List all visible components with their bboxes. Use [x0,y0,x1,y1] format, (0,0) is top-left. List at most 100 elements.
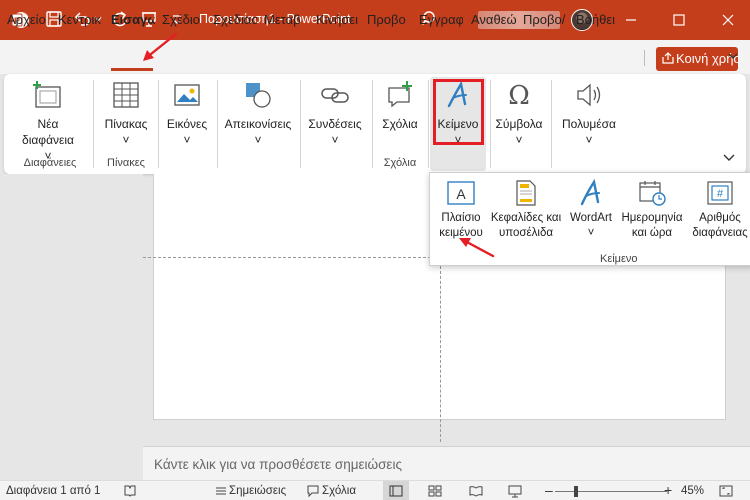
symbols-label: Σύμβολα [495,117,543,131]
speaker-icon [577,83,601,107]
shapes-icon [246,83,271,108]
tab-insert[interactable]: Εισαγω [111,12,155,27]
group-label-tables: Πίνακες [107,157,145,169]
illustrations-button[interactable]: Απεικονίσεις ˅ [222,80,294,148]
group-label-slides: Διαφάνειες [23,157,77,169]
link-icon [321,88,349,103]
slide-number-button[interactable]: # Αριθμός διαφάνειας [688,179,750,241]
share-button[interactable]: Κοινή χρήση [656,47,738,71]
media-label: Πολυμέσα [562,117,616,131]
zoom-level[interactable]: 45% [681,485,704,497]
comment-button[interactable]: Σχόλια [375,80,425,132]
notes-placeholder: Κάντε κλικ για να προσθέσετε σημειώσεις [154,457,402,472]
active-tab-indicator [111,68,153,71]
tab-help[interactable]: Βοήθει [576,12,620,27]
guide-line-horizontal [143,257,431,258]
date-time-button[interactable]: Ημερομηνία και ώρα [617,179,687,241]
wordart-label: WordArt [570,212,612,224]
wordart-dropdown-icon: ˅ [587,227,595,239]
zoom-slider-track[interactable] [555,491,667,492]
slide-count: Διαφάνεια 1 από 1 [6,485,101,497]
wordart-button[interactable]: WordArt ˅ [566,179,616,241]
slideshow-icon[interactable] [508,484,522,498]
share-icon [662,52,674,64]
group-divider [551,80,552,168]
group-divider [428,80,429,168]
highlight-box [433,79,484,145]
group-divider [217,80,218,168]
annotation-arrow-icon [143,32,178,61]
table-dropdown-icon: ˅ [122,133,130,147]
guide-line-vertical [440,266,441,442]
links-button[interactable]: Συνδέσεις ˅ [303,80,367,148]
maximize-icon[interactable] [669,10,689,30]
wordart-icon [580,179,600,206]
notes-icon [216,487,226,495]
new-slide-icon [33,81,61,108]
images-button[interactable]: Εικόνες ˅ [162,80,212,148]
tab-home[interactable]: Κεντρικ [58,12,103,27]
media-dropdown-icon: ˅ [585,133,593,147]
symbols-button[interactable]: Ω Σύμβολα ˅ [492,80,546,148]
table-icon [113,82,139,108]
group-divider [93,80,94,168]
normal-view-icon[interactable] [389,484,403,498]
tab-slideshow[interactable]: Προβο [367,12,411,27]
tab-draw[interactable]: Σχέδιο [162,12,204,27]
thumbnail-pane [0,174,143,480]
header-footer-label-2: υποσέλιδα [498,227,554,239]
comments-icon [307,485,319,498]
comments-toggle[interactable]: Σχόλια [322,485,356,497]
tab-file[interactable]: Αρχείο [7,12,54,27]
notes-pane[interactable]: Κάντε κλικ για να προσθέσετε σημειώσεις [143,446,750,480]
zoom-out-button[interactable]: – [545,482,553,498]
images-dropdown-icon: ˅ [183,133,191,147]
minimize-icon[interactable] [621,10,641,30]
group-divider [300,80,301,168]
tab-review[interactable]: Αναθεώ [471,12,516,27]
symbols-dropdown-icon: ˅ [515,133,523,147]
annotation-arrow-icon [459,238,495,258]
group-divider [158,80,159,168]
header-footer-button[interactable]: Κεφαλίδες και υποσέλιδα [489,179,563,241]
status-bar: Διαφάνεια 1 από 1 Σημειώσεις Σχόλια – + … [0,480,750,500]
links-dropdown-icon: ˅ [331,133,339,147]
textbox-button[interactable]: A Πλαίσιο κειμένου [434,179,488,241]
tab-animations[interactable]: Κινήσει [316,12,360,27]
fit-to-window-icon[interactable] [719,484,733,498]
table-button[interactable]: Πίνακας ˅ [98,80,154,148]
close-icon[interactable] [718,10,738,30]
group-divider [490,80,491,168]
date-time-label-1: Ημερομηνία [621,212,683,224]
tab-view[interactable]: Προβο/ [523,12,569,27]
calendar-clock-icon [639,181,666,206]
tab-transitions[interactable]: Μεταβ [264,12,308,27]
slide-number-label-2: διαφάνειας [692,227,748,239]
group-label-comments: Σχόλια [383,157,417,169]
zoom-in-button[interactable]: + [664,482,672,498]
reading-view-icon[interactable] [469,484,483,498]
images-label: Εικόνες [166,117,208,131]
table-label: Πίνακας [104,117,148,131]
new-slide-button[interactable]: Νέα διαφάνεια ˅ [18,80,78,164]
zoom-slider-thumb[interactable] [574,486,578,497]
notes-toggle[interactable]: Σημειώσεις [229,485,286,497]
header-footer-icon [516,180,536,206]
slide-sorter-icon[interactable] [428,484,442,498]
dropdown-group-label: Κείμενο [600,253,638,265]
accessibility-icon[interactable] [123,484,137,498]
new-slide-label: Νέα [37,117,59,131]
group-divider [372,80,373,168]
collapse-ribbon-icon[interactable] [722,152,736,164]
tab-record[interactable]: Εγγραφ [419,12,463,27]
tab-divider [644,50,645,66]
media-button[interactable]: Πολυμέσα ˅ [555,80,623,148]
links-label: Συνδέσεις [308,117,362,131]
share-dropdown-icon[interactable] [727,50,739,62]
svg-text:Ω: Ω [508,81,530,110]
tab-design[interactable]: Σχεδιασ [213,12,257,27]
omega-icon: Ω [508,81,530,110]
date-time-label-2: και ώρα [631,227,673,239]
image-icon [174,84,200,106]
textbox-icon: A [447,181,475,205]
